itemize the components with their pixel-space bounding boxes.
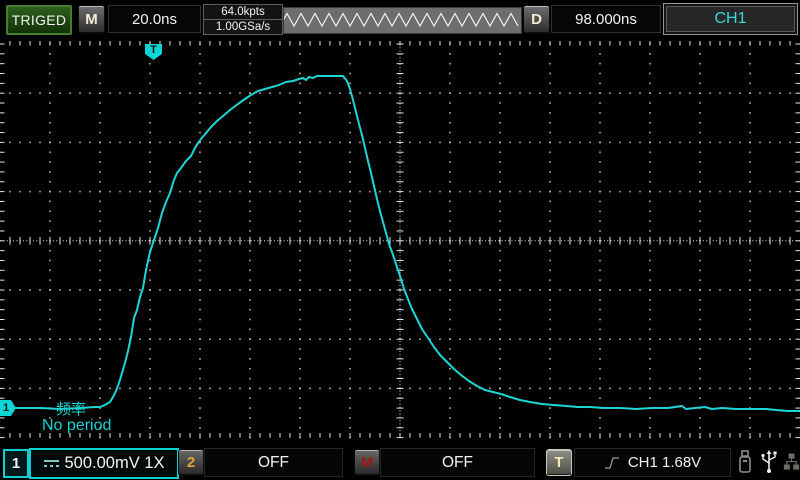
math-status[interactable]: OFF: [380, 448, 535, 477]
ch1-button[interactable]: 1: [3, 449, 29, 478]
graticule: [0, 0, 800, 480]
memory-depth: 64.0kpts: [204, 5, 282, 20]
oscilloscope-screen: T 1 频率 No period TRIGED M 20.0ns 64.0kpt…: [0, 0, 800, 480]
trigger-status-badge: TRIGED: [6, 5, 72, 35]
trigger-info-text: CH1 1.68V: [628, 454, 701, 471]
ch1-scale-box[interactable]: 500.00mV 1X: [29, 448, 179, 479]
active-channel-indicator[interactable]: CH1: [663, 3, 798, 35]
trigger-menu-button[interactable]: T: [546, 449, 572, 476]
preview-zigzag-icon: [284, 8, 519, 31]
ch2-button[interactable]: 2: [178, 449, 204, 476]
waveform-preview-strip[interactable]: [283, 7, 522, 34]
measurement-label: 频率: [56, 398, 86, 419]
horizontal-delay-value[interactable]: 98.000ns: [551, 5, 661, 33]
measurement-value: No period: [42, 417, 111, 435]
acquisition-info[interactable]: 64.0kpts 1.00GSa/s: [203, 4, 283, 35]
bottom-status-bar: 1 500.00mV 1X 2 OFF M OFF T CH1 1.68V: [0, 444, 800, 480]
sample-rate: 1.00GSa/s: [204, 20, 282, 34]
ch1-scale-value: 500.00mV 1X: [65, 454, 165, 473]
usb-icon: [758, 448, 780, 476]
rising-slope-icon: [604, 455, 620, 471]
dc-coupling-icon: [44, 460, 59, 467]
ch2-status[interactable]: OFF: [204, 448, 343, 477]
delay-button[interactable]: D: [523, 5, 550, 34]
menu-button[interactable]: M: [78, 5, 105, 34]
usb-drive-icon: [733, 448, 757, 476]
math-button[interactable]: M: [354, 449, 380, 476]
lan-icon: [782, 448, 800, 476]
trigger-source-level[interactable]: CH1 1.68V: [574, 448, 731, 477]
timebase-value[interactable]: 20.0ns: [108, 5, 201, 33]
top-status-bar: TRIGED M 20.0ns 64.0kpts 1.00GSa/s D 98.…: [0, 0, 800, 40]
